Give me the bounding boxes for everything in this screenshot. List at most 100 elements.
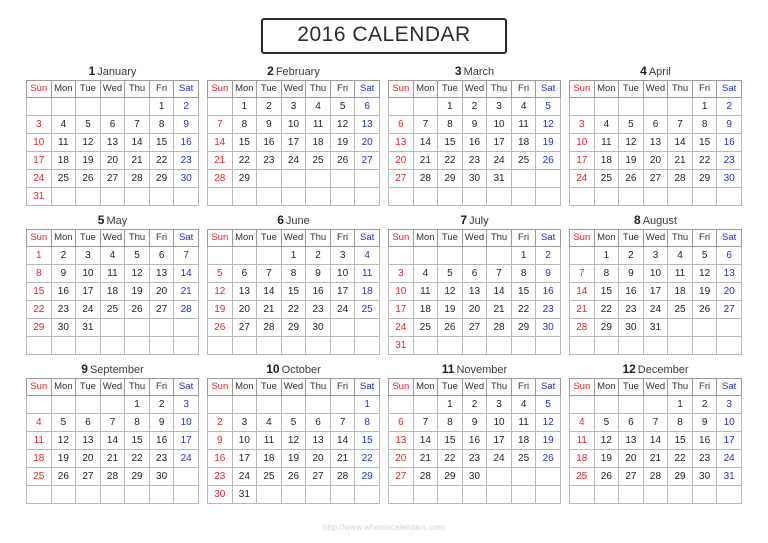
day-cell[interactable]: 23 [173, 151, 199, 171]
day-cell[interactable]: 7 [486, 264, 512, 284]
day-cell[interactable]: 9 [50, 264, 77, 284]
day-cell[interactable]: 13 [354, 115, 380, 135]
day-cell[interactable]: 15 [691, 133, 718, 153]
day-cell[interactable]: 18 [50, 151, 77, 171]
day-cell[interactable]: 2 [50, 246, 77, 266]
day-cell[interactable]: 13 [388, 431, 414, 451]
day-cell[interactable]: 7 [329, 413, 356, 433]
day-cell[interactable]: 8 [26, 264, 52, 284]
day-cell[interactable]: 22 [354, 449, 380, 469]
day-cell[interactable]: 2 [691, 395, 718, 415]
day-cell[interactable]: 12 [593, 431, 620, 451]
day-cell[interactable]: 31 [642, 318, 669, 338]
day-cell[interactable]: 24 [173, 449, 199, 469]
day-cell[interactable]: 27 [305, 467, 331, 487]
day-cell[interactable]: 3 [231, 413, 258, 433]
day-cell[interactable]: 14 [642, 431, 669, 451]
day-cell[interactable]: 2 [148, 395, 175, 415]
day-cell[interactable]: 10 [329, 264, 356, 284]
day-cell[interactable]: 19 [207, 300, 233, 320]
day-cell[interactable]: 21 [256, 300, 282, 320]
day-cell[interactable]: 27 [231, 318, 258, 338]
day-cell[interactable]: 1 [510, 246, 537, 266]
day-cell[interactable]: 20 [148, 282, 175, 302]
day-cell[interactable]: 19 [691, 282, 718, 302]
day-cell[interactable]: 26 [329, 151, 356, 171]
day-cell[interactable]: 3 [569, 115, 595, 135]
day-cell[interactable]: 20 [75, 449, 101, 469]
day-cell[interactable]: 9 [461, 115, 488, 135]
day-cell[interactable]: 13 [716, 264, 742, 284]
day-cell[interactable]: 11 [26, 431, 52, 451]
day-cell[interactable]: 9 [173, 115, 199, 135]
day-cell[interactable]: 16 [618, 282, 644, 302]
day-cell[interactable]: 18 [510, 431, 537, 451]
day-cell[interactable]: 30 [461, 467, 488, 487]
day-cell[interactable]: 17 [231, 449, 258, 469]
day-cell[interactable]: 2 [305, 246, 331, 266]
day-cell[interactable]: 28 [412, 467, 439, 487]
day-cell[interactable]: 14 [329, 431, 356, 451]
day-cell[interactable]: 9 [461, 413, 488, 433]
day-cell[interactable]: 29 [354, 467, 380, 487]
day-cell[interactable]: 30 [148, 467, 175, 487]
day-cell[interactable]: 18 [412, 300, 439, 320]
day-cell[interactable]: 8 [354, 413, 380, 433]
day-cell[interactable]: 28 [99, 467, 126, 487]
day-cell[interactable]: 24 [75, 300, 101, 320]
day-cell[interactable]: 21 [412, 449, 439, 469]
day-cell[interactable]: 17 [569, 151, 595, 171]
day-cell[interactable]: 24 [329, 300, 356, 320]
day-cell[interactable]: 27 [716, 300, 742, 320]
day-cell[interactable]: 14 [412, 133, 439, 153]
day-cell[interactable]: 4 [26, 413, 52, 433]
day-cell[interactable]: 15 [437, 431, 463, 451]
day-cell[interactable]: 27 [461, 318, 488, 338]
day-cell[interactable]: 18 [305, 133, 331, 153]
day-cell[interactable]: 4 [99, 246, 126, 266]
day-cell[interactable]: 28 [569, 318, 595, 338]
day-cell[interactable]: 6 [461, 264, 488, 284]
day-cell[interactable]: 21 [329, 449, 356, 469]
day-cell[interactable]: 18 [354, 282, 380, 302]
day-cell[interactable]: 29 [124, 467, 150, 487]
day-cell[interactable]: 5 [437, 264, 463, 284]
day-cell[interactable]: 1 [280, 246, 307, 266]
day-cell[interactable]: 25 [50, 169, 77, 189]
day-cell[interactable]: 19 [280, 449, 307, 469]
day-cell[interactable]: 2 [535, 246, 561, 266]
day-cell[interactable]: 21 [124, 151, 150, 171]
day-cell[interactable]: 11 [412, 282, 439, 302]
day-cell[interactable]: 26 [618, 169, 644, 189]
day-cell[interactable]: 12 [50, 431, 77, 451]
day-cell[interactable]: 10 [569, 133, 595, 153]
day-cell[interactable]: 19 [618, 151, 644, 171]
day-cell[interactable]: 28 [412, 169, 439, 189]
day-cell[interactable]: 25 [510, 151, 537, 171]
day-cell[interactable]: 26 [124, 300, 150, 320]
day-cell[interactable]: 5 [691, 246, 718, 266]
day-cell[interactable]: 27 [354, 151, 380, 171]
day-cell[interactable]: 8 [437, 413, 463, 433]
day-cell[interactable]: 18 [26, 449, 52, 469]
day-cell[interactable]: 30 [716, 169, 742, 189]
day-cell[interactable]: 30 [207, 485, 233, 505]
day-cell[interactable]: 21 [486, 300, 512, 320]
day-cell[interactable]: 3 [486, 395, 512, 415]
day-cell[interactable]: 22 [280, 300, 307, 320]
day-cell[interactable]: 25 [667, 300, 693, 320]
day-cell[interactable]: 6 [231, 264, 258, 284]
day-cell[interactable]: 29 [667, 467, 693, 487]
day-cell[interactable]: 29 [148, 169, 175, 189]
day-cell[interactable]: 17 [75, 282, 101, 302]
day-cell[interactable]: 20 [99, 151, 126, 171]
day-cell[interactable]: 3 [329, 246, 356, 266]
day-cell[interactable]: 23 [50, 300, 77, 320]
day-cell[interactable]: 15 [510, 282, 537, 302]
day-cell[interactable]: 22 [691, 151, 718, 171]
day-cell[interactable]: 4 [305, 97, 331, 117]
day-cell[interactable]: 23 [461, 151, 488, 171]
day-cell[interactable]: 24 [26, 169, 52, 189]
day-cell[interactable]: 28 [256, 318, 282, 338]
day-cell[interactable]: 14 [569, 282, 595, 302]
